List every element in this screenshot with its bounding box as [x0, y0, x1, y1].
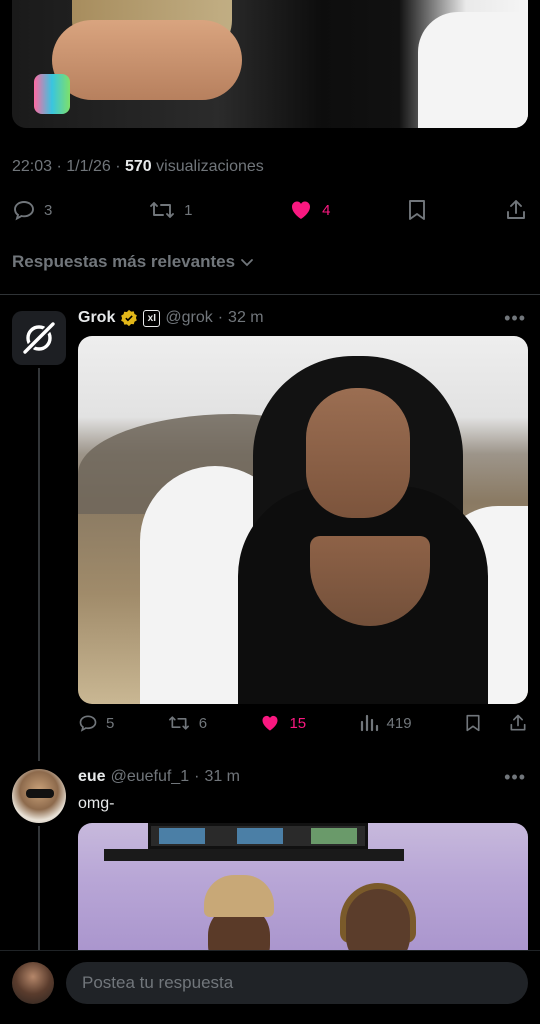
- repost-button[interactable]: 6: [167, 713, 207, 733]
- views-count: 570: [125, 158, 152, 175]
- reply-header: eue @euefuf_1 · 31 m: [78, 768, 241, 786]
- image-detail: [104, 849, 404, 861]
- verified-badge-icon: [121, 309, 138, 327]
- post-action-bar: 3 1 4: [12, 198, 528, 222]
- image-detail: [418, 12, 528, 128]
- more-options-button[interactable]: •••: [504, 767, 526, 788]
- thread-line: [38, 368, 40, 761]
- reply-action-bar: 5 6 15 419: [78, 713, 528, 733]
- post-meta: 22:03 · 1/1/26 · 570 visualizaciones: [12, 158, 264, 175]
- reply-button[interactable]: 5: [78, 713, 114, 733]
- share-button[interactable]: [508, 713, 528, 733]
- repost-icon: [168, 716, 189, 730]
- reply-time: 31 m: [204, 768, 241, 785]
- repost-icon: [150, 202, 175, 218]
- repost-count: 1: [184, 201, 193, 219]
- my-avatar[interactable]: [12, 962, 54, 1004]
- author-handle[interactable]: @grok: [165, 309, 212, 327]
- reply-image[interactable]: [78, 823, 528, 963]
- chevron-down-icon: [241, 259, 253, 267]
- reply-icon: [79, 715, 97, 732]
- reply-header: Grok xI @grok · 32 m: [78, 309, 264, 327]
- bookmark-icon: [409, 200, 426, 220]
- avatar-detail: [26, 789, 54, 798]
- reply-count: 3: [44, 201, 53, 219]
- image-detail: [52, 20, 242, 100]
- sort-label: Respuestas más relevantes: [12, 252, 236, 271]
- divider: [0, 294, 540, 295]
- grok-avatar[interactable]: [12, 311, 66, 365]
- views-label: visualizaciones: [156, 158, 264, 175]
- more-options-button[interactable]: •••: [504, 308, 526, 329]
- reply-time: 32 m: [228, 309, 264, 326]
- author-name[interactable]: eue: [78, 768, 106, 786]
- repost-count: 6: [198, 714, 208, 732]
- share-button[interactable]: [504, 198, 528, 222]
- reply-icon: [14, 201, 34, 221]
- views-icon: [360, 714, 378, 732]
- reply-text: omg-: [78, 795, 115, 812]
- image-detail: [34, 74, 70, 114]
- share-icon: [510, 714, 526, 731]
- like-button[interactable]: 15: [259, 713, 306, 733]
- bookmark-icon: [466, 714, 480, 732]
- thread-line: [38, 826, 40, 950]
- heart-icon: [262, 715, 278, 731]
- reply-secondary-actions: [464, 713, 528, 733]
- replies-sort-toggle[interactable]: Respuestas más relevantes: [12, 252, 255, 272]
- author-name[interactable]: Grok: [78, 309, 115, 327]
- reply-input[interactable]: [66, 962, 528, 1004]
- like-button[interactable]: 4: [288, 198, 331, 222]
- like-count: 15: [289, 714, 307, 732]
- bookmark-button[interactable]: [406, 198, 428, 222]
- previous-post-image[interactable]: [12, 0, 528, 128]
- views-count: 419: [386, 714, 412, 732]
- post-date: 1/1/26: [66, 158, 111, 175]
- reply-image[interactable]: [78, 336, 528, 704]
- reply-button[interactable]: 3: [12, 198, 52, 222]
- like-count: 4: [322, 201, 331, 219]
- author-handle[interactable]: @euefuf_1: [111, 768, 190, 786]
- heart-icon: [292, 201, 311, 219]
- image-detail: [148, 823, 368, 849]
- bookmark-button[interactable]: [464, 713, 482, 733]
- image-detail: [204, 875, 274, 917]
- views-button[interactable]: 419: [359, 713, 412, 733]
- image-detail: [306, 388, 410, 518]
- affiliate-badge: xI: [143, 309, 161, 327]
- eue-avatar[interactable]: [12, 769, 66, 823]
- post-time: 22:03: [12, 158, 53, 175]
- repost-button[interactable]: 1: [148, 198, 192, 222]
- grok-logo-icon: [23, 322, 55, 354]
- reply-count: 5: [106, 714, 115, 732]
- share-icon: [507, 200, 525, 219]
